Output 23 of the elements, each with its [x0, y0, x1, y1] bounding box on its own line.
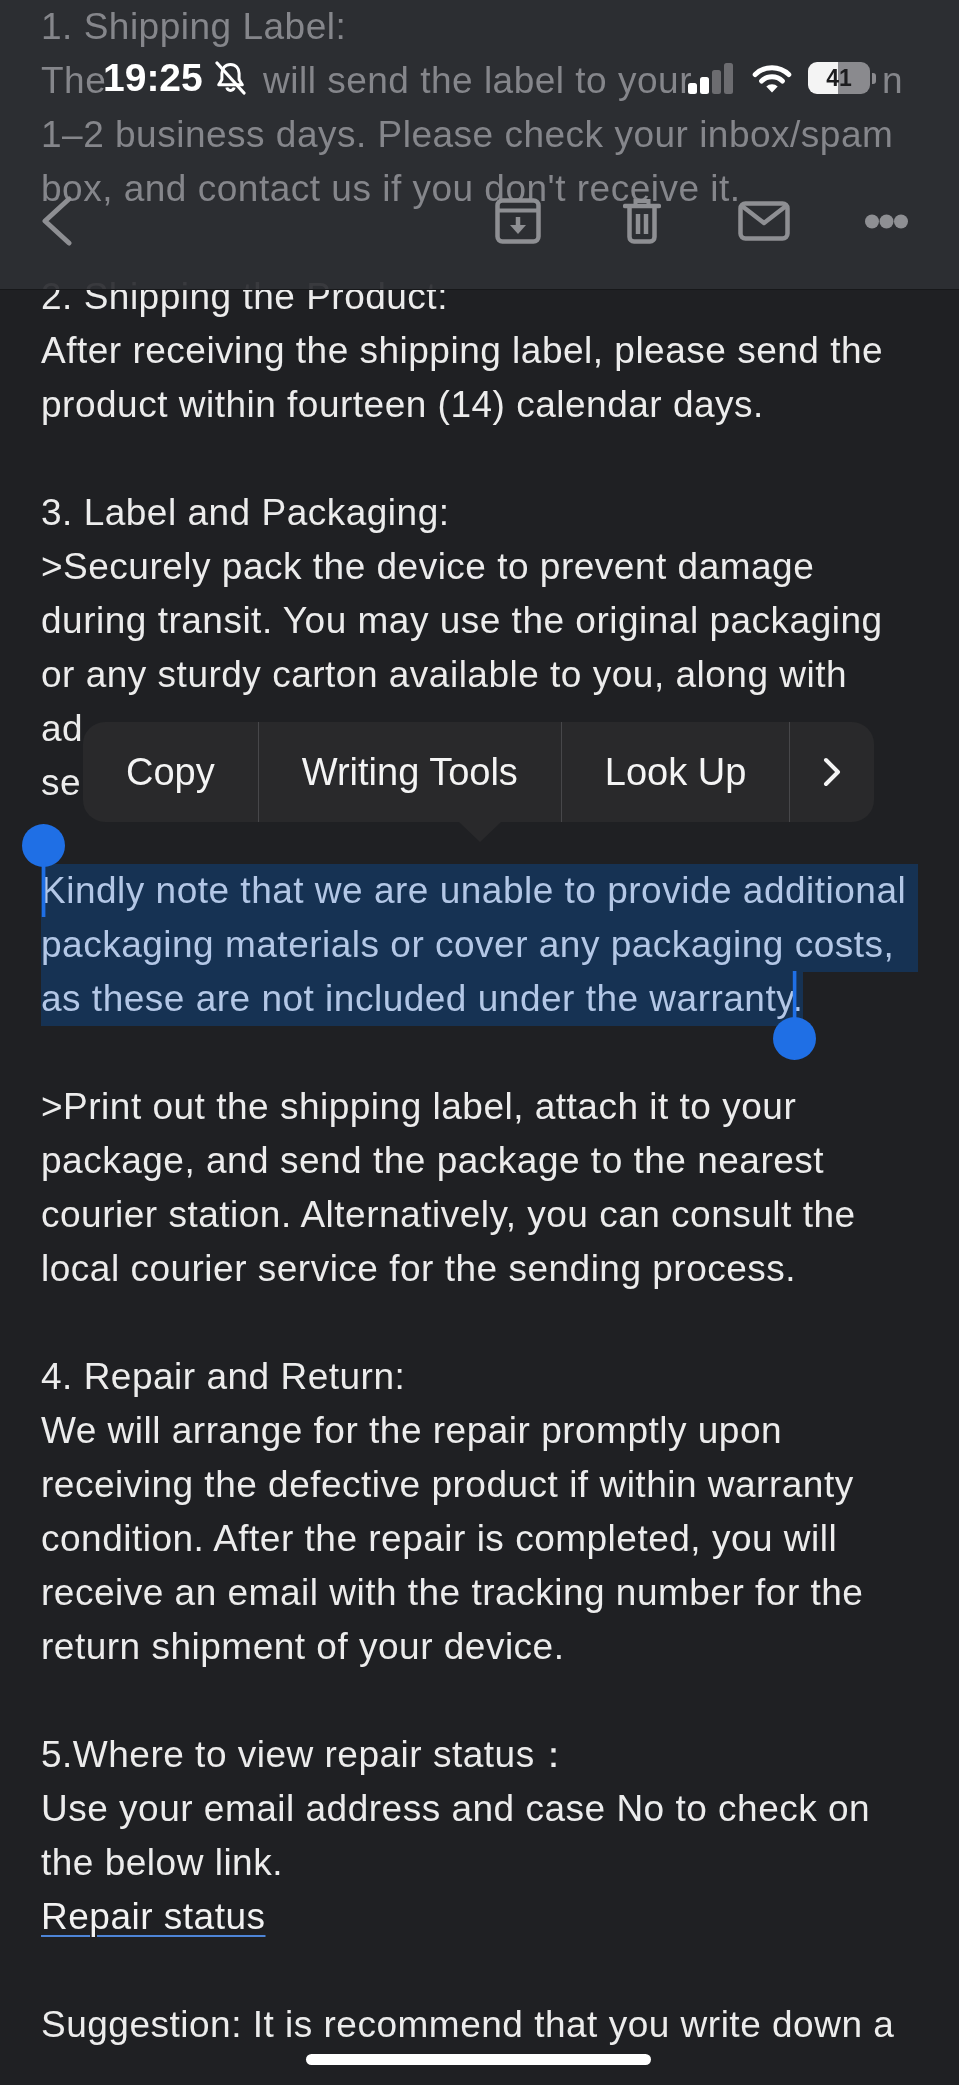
more-icon[interactable]	[865, 213, 908, 229]
paragraph-text: Suggestion: It is recommend that you write down a	[41, 2003, 895, 2047]
status-time: 19:25	[103, 61, 203, 95]
wifi-icon	[751, 62, 793, 94]
section-heading: 5.Where to view repair status：	[41, 1733, 573, 1777]
section-heading: 1. Shipping Label:	[41, 5, 347, 49]
partial-text: will send the label to your	[263, 60, 692, 101]
chevron-right-icon	[823, 757, 842, 787]
paragraph-text: We will arrange for the repair promptly upon receiving the defective product if within warranty condition. After the repair is completed, you will receive an email with the tracking number for the return shipment of your device.	[41, 1409, 864, 1669]
menu-item[interactable]: Look Up	[560, 722, 790, 822]
link[interactable]: Repair status	[41, 1896, 266, 1937]
partial-text: ad	[41, 708, 84, 749]
partial-text: 1–2 business days. Please check your inbox/spam	[41, 114, 894, 155]
partial-text: n	[882, 60, 904, 101]
section-heading: 4. Repair and Return:	[41, 1355, 406, 1399]
paragraph-text: Use your email address and case No to check on the below link.	[41, 1787, 871, 1885]
envelope-icon[interactable]	[738, 201, 790, 241]
section-heading: 3. Label and Packaging:	[41, 491, 450, 535]
paragraph-text: >Print out the shipping label, attach it to your package, and send the package to the nearest courier station. Alternatively, you can consult the local courier service for the sending process.	[41, 1085, 856, 1291]
paragraph-text: After receiving the shipping label, please send the product within fourteen (14) calendar days.	[41, 329, 884, 427]
partial-text: box, and contact us if you don't receive it.	[41, 168, 741, 209]
menu-item[interactable]: Copy	[83, 722, 258, 822]
partial-text: se	[41, 762, 82, 803]
